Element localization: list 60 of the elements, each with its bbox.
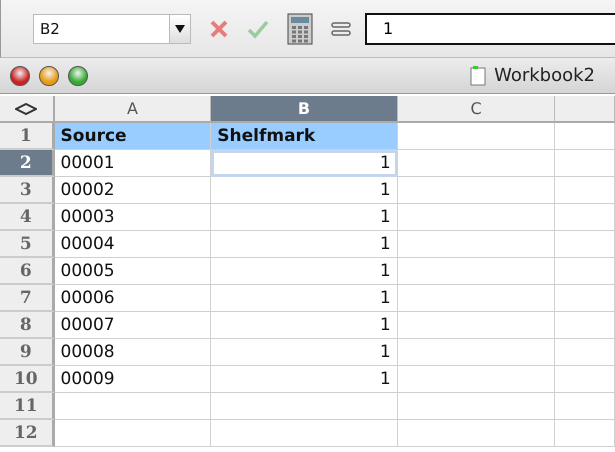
row-header[interactable]: 2 bbox=[0, 150, 55, 177]
row-header[interactable]: 11 bbox=[0, 393, 55, 420]
select-all-icon[interactable] bbox=[15, 102, 38, 114]
cell-reference: B2 bbox=[39, 20, 61, 38]
table-cell bbox=[555, 231, 615, 258]
row-header[interactable]: 4 bbox=[0, 204, 55, 231]
table-cell bbox=[555, 393, 615, 420]
table-cell bbox=[555, 150, 615, 177]
name-box[interactable]: B2 bbox=[33, 14, 191, 44]
window-title: Workbook2 bbox=[494, 65, 595, 86]
row-header[interactable]: 10 bbox=[0, 366, 55, 393]
table-cell: 00008 bbox=[54, 339, 212, 366]
table-cell: Source bbox=[54, 123, 212, 150]
table-cell: 1 bbox=[211, 150, 398, 177]
table-cell bbox=[555, 420, 615, 447]
table-cell: 1 bbox=[211, 339, 398, 366]
table-cell: 1 bbox=[211, 285, 398, 312]
table-cell: 00007 bbox=[54, 312, 212, 339]
table-cell bbox=[555, 366, 615, 393]
close-button[interactable] bbox=[10, 66, 30, 86]
table-cell: 1 bbox=[211, 204, 398, 231]
table-cell: 1 bbox=[211, 258, 398, 285]
table-cell bbox=[555, 285, 615, 312]
dropdown-caret-icon[interactable] bbox=[169, 14, 190, 42]
table-cell: 00006 bbox=[54, 285, 212, 312]
table-cell: 00004 bbox=[54, 231, 212, 258]
table-cell: 1 bbox=[211, 231, 398, 258]
table-cell: 00002 bbox=[54, 177, 212, 204]
calculator-icon[interactable] bbox=[287, 12, 313, 44]
table-cell: 00003 bbox=[54, 204, 212, 231]
table-cell: 00009 bbox=[54, 366, 212, 393]
table-cell: 00005 bbox=[54, 258, 212, 285]
row-header[interactable]: 12 bbox=[0, 420, 55, 447]
row-header[interactable]: 9 bbox=[0, 339, 55, 366]
row-header[interactable]: 5 bbox=[0, 231, 55, 258]
zoom-button[interactable] bbox=[68, 66, 88, 86]
equals-icon[interactable] bbox=[331, 20, 351, 36]
table-cell bbox=[555, 258, 615, 285]
table-cell: 00001 bbox=[54, 150, 212, 177]
table-cell: 1 bbox=[211, 312, 398, 339]
table-cell bbox=[555, 177, 615, 204]
table-cell bbox=[555, 339, 615, 366]
column-header[interactable]: C bbox=[398, 96, 556, 123]
row-header[interactable]: 3 bbox=[0, 177, 55, 204]
column-header[interactable]: A bbox=[54, 96, 212, 123]
table-cell: 1 bbox=[211, 366, 398, 393]
row-header[interactable]: 7 bbox=[0, 285, 55, 312]
minimize-button[interactable] bbox=[39, 66, 59, 86]
table-cell bbox=[555, 312, 615, 339]
table-cell: 1 bbox=[211, 177, 398, 204]
row-header[interactable]: 1 bbox=[0, 123, 55, 150]
row-header[interactable]: 6 bbox=[0, 258, 55, 285]
formula-field[interactable]: 1 bbox=[365, 12, 615, 44]
document-icon bbox=[470, 66, 486, 86]
table-cell: Shelfmark bbox=[211, 123, 398, 150]
checkmark-icon[interactable] bbox=[247, 18, 269, 38]
column-header[interactable]: B bbox=[211, 96, 398, 123]
row-header[interactable]: 8 bbox=[0, 312, 55, 339]
table-cell bbox=[555, 204, 615, 231]
table-cell bbox=[555, 123, 615, 150]
